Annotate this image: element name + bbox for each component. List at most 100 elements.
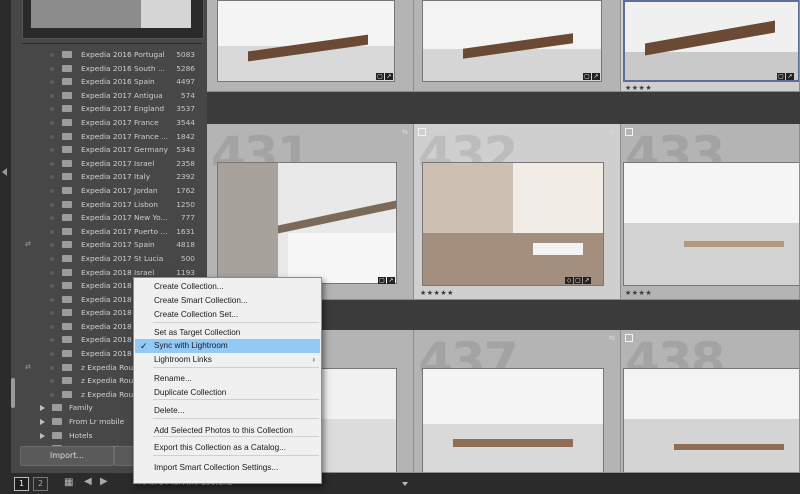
sync-icon[interactable]: [25, 174, 32, 179]
photo-thumbnail[interactable]: [623, 162, 799, 286]
menu-item[interactable]: Import Smart Collection Settings...: [135, 461, 320, 475]
sync-icon[interactable]: [25, 106, 32, 111]
collection-row[interactable]: Expedia 2017 France ... 1842: [15, 130, 205, 144]
target-dot: [50, 229, 54, 234]
grid-view-icon[interactable]: ▦: [64, 478, 73, 488]
sync-icon[interactable]: [25, 324, 32, 329]
sync-icon[interactable]: [25, 378, 32, 383]
expand-triangle-icon[interactable]: [40, 419, 45, 426]
collection-row[interactable]: Expedia 2017 Lisbon 1250: [15, 198, 205, 212]
sync-icon[interactable]: [25, 66, 32, 71]
collection-row[interactable]: Expedia 2017 Puerto ... 1631: [15, 225, 205, 239]
photo-thumbnail[interactable]: [422, 162, 604, 286]
grid-cell[interactable]: 438: [621, 330, 800, 473]
sync-icon[interactable]: [25, 120, 32, 125]
menu-separator: [153, 399, 319, 400]
star-rating[interactable]: ★★★★: [625, 289, 652, 297]
menu-item[interactable]: Create Smart Collection...: [135, 294, 320, 308]
sync-icon[interactable]: [25, 52, 32, 57]
collection-row[interactable]: Expedia 2017 England 3537: [15, 102, 205, 116]
menu-item[interactable]: Set as Target Collection: [135, 326, 320, 340]
sync-icon[interactable]: [25, 242, 32, 247]
sync-icon[interactable]: [25, 215, 32, 220]
grid-cell[interactable]: 433 ★★★★: [621, 124, 800, 300]
sync-icon[interactable]: [25, 310, 32, 315]
sync-icon[interactable]: [25, 365, 32, 370]
forward-arrow-icon[interactable]: ▶: [100, 476, 108, 487]
sync-icon[interactable]: [25, 147, 32, 152]
panel-edge-strip[interactable]: [0, 0, 11, 473]
collection-row[interactable]: Expedia 2017 Antigua 574: [15, 89, 205, 103]
menu-item[interactable]: Delete...: [135, 404, 320, 418]
sync-icon[interactable]: [25, 229, 32, 234]
back-arrow-icon[interactable]: ◀: [84, 476, 92, 487]
grid-cell[interactable]: 431 ▢ ↗ ⇆: [207, 124, 414, 300]
main-window-button[interactable]: 1: [14, 477, 29, 491]
sync-icon[interactable]: [25, 161, 32, 166]
photo-thumbnail[interactable]: [217, 162, 397, 284]
collection-set-name: Family: [69, 403, 93, 413]
flag-icon[interactable]: [625, 128, 633, 136]
expand-triangle-icon[interactable]: [40, 405, 45, 412]
sync-icon[interactable]: [25, 202, 32, 207]
expand-triangle-icon[interactable]: [40, 432, 45, 439]
collection-row[interactable]: Expedia 2017 Jordan 1762: [15, 184, 205, 198]
menu-item[interactable]: ✓ Sync with Lightroom: [135, 339, 320, 353]
star-rating[interactable]: ★★★★★: [420, 289, 454, 297]
collection-count: 3544: [176, 117, 195, 127]
sync-icon[interactable]: [25, 297, 32, 302]
star-rating[interactable]: ★★★★: [625, 84, 652, 91]
collection-row[interactable]: Expedia 2016 Portugal 5083: [15, 48, 205, 62]
rotate-icon[interactable]: ⇆: [609, 334, 615, 342]
collection-row[interactable]: Expedia 2016 Spain 4497: [15, 75, 205, 89]
menu-item[interactable]: Duplicate Collection: [135, 386, 320, 400]
collection-row[interactable]: Expedia 2017 Spain 4818: [15, 238, 205, 252]
collection-row[interactable]: Expedia 2017 Italy 2392: [15, 170, 205, 184]
chevron-down-icon[interactable]: [402, 482, 408, 486]
collection-icon: [62, 200, 72, 208]
sync-icon[interactable]: [25, 256, 32, 261]
photo-thumbnail[interactable]: [422, 0, 602, 82]
sync-icon[interactable]: [25, 188, 32, 193]
menu-item[interactable]: Create Collection Set...: [135, 308, 320, 322]
flag-icon[interactable]: [418, 128, 426, 136]
collection-count: 5083: [176, 50, 195, 59]
navigator-preview[interactable]: [22, 0, 204, 39]
collapse-left-panel-icon[interactable]: [2, 168, 7, 176]
collection-row[interactable]: Expedia 2017 France 3544: [15, 116, 205, 130]
grid-cell[interactable]: 437 ⇆: [414, 330, 621, 473]
sync-icon[interactable]: [25, 93, 32, 98]
menu-item[interactable]: Export this Collection as a Catalog...: [135, 441, 320, 455]
menu-item[interactable]: Rename...: [135, 372, 320, 386]
rotate-icon[interactable]: ⇆: [402, 128, 408, 136]
photo-thumbnail[interactable]: [623, 0, 799, 82]
secondary-window-button[interactable]: 2: [33, 477, 48, 491]
collection-row[interactable]: Expedia 2017 Germany 5343: [15, 143, 205, 157]
menu-item[interactable]: Create Collection...: [135, 280, 320, 294]
photo-thumbnail[interactable]: [217, 0, 395, 82]
photo-thumbnail[interactable]: [623, 368, 799, 472]
sync-icon[interactable]: [25, 351, 32, 356]
collection-name: Expedia 2017 Antigua: [81, 90, 163, 100]
photo-thumbnail[interactable]: [422, 368, 604, 472]
collection-row[interactable]: Expedia 2016 South ... 5286: [15, 62, 205, 76]
collection-row[interactable]: Expedia 2017 Israel 2358: [15, 157, 205, 171]
sync-icon[interactable]: [25, 79, 32, 84]
sync-icon[interactable]: [25, 337, 32, 342]
rotate-icon[interactable]: ⇆: [609, 128, 615, 136]
grid-cell[interactable]: ▢ ↗: [207, 0, 414, 92]
collection-row[interactable]: Expedia 2017 St Lucia 500: [15, 252, 205, 266]
sync-icon[interactable]: [25, 270, 32, 275]
import-button[interactable]: Import...: [20, 446, 114, 466]
sync-icon[interactable]: [25, 283, 32, 288]
flag-icon[interactable]: [625, 334, 633, 342]
grid-cell[interactable]: ▢ ↗: [414, 0, 621, 92]
sync-icon[interactable]: [25, 134, 32, 139]
menu-item[interactable]: Lightroom Links ›: [135, 353, 320, 367]
grid-cell-selected[interactable]: 432 ★★★★★ ◇ ▢ ↗ ⇆: [414, 124, 621, 300]
grid-cell-selected[interactable]: ★★★★ ▢ ↗: [621, 0, 800, 92]
sync-icon[interactable]: [25, 392, 32, 397]
navigator-thumbnail-highlight: [141, 0, 191, 28]
collection-name: Expedia 2017 Italy: [81, 172, 151, 182]
collection-row[interactable]: Expedia 2017 New Yo... 777: [15, 211, 205, 225]
